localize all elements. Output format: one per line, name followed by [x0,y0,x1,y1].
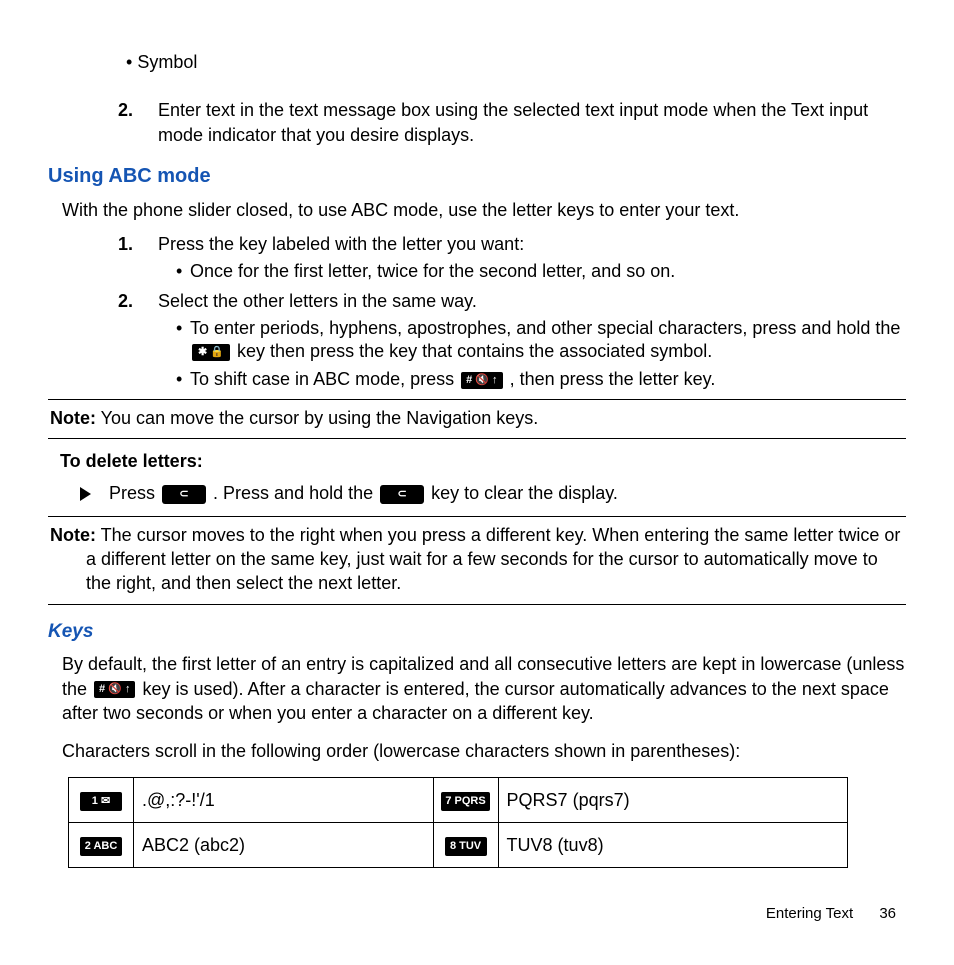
step-text: Press the key labeled with the letter yo… [158,234,524,254]
chars-cell: PQRS7 (pqrs7) [498,778,847,823]
text-part: key is used). After a character is enter… [62,679,889,723]
key-2-icon: 2 ABC [80,837,122,856]
chars-cell: .@,:?-!'/1 [134,778,434,823]
step-number: 2. [118,98,133,122]
text-part: To enter periods, hyphens, apostrophes, … [190,318,900,338]
note-label: Note: [50,525,96,545]
table-row: 1 ✉ .@,:?-!'/1 7 PQRS PQRS7 (pqrs7) [69,778,848,823]
step-text: Enter text in the text message box using… [158,100,868,144]
note-label: Note: [50,408,96,428]
text-part: To shift case in ABC mode, press [190,369,459,389]
step-text: Select the other letters in the same way… [158,291,477,311]
key-8-icon: 8 TUV [445,837,487,856]
key-cell: 1 ✉ [69,778,134,823]
keys-paragraph-1: By default, the first letter of an entry… [62,652,906,725]
keys-paragraph-2: Characters scroll in the following order… [62,739,906,763]
text-part: , then press the letter key. [510,369,716,389]
delete-letters-block: To delete letters: Press ⊂ . Press and h… [60,449,906,506]
text-part: . Press and hold the [213,483,378,503]
note-cursor-nav: Note: You can move the cursor by using t… [48,406,906,430]
bullet-symbol: Symbol [126,50,906,74]
keys-body: By default, the first letter of an entry… [62,652,906,763]
abc-step-2-sub: To enter periods, hyphens, apostrophes, … [158,317,906,391]
note-cursor-move: Note: The cursor moves to the right when… [84,523,906,596]
text-part: key then press the key that contains the… [237,341,712,361]
step-number: 2. [118,289,133,313]
delete-title: To delete letters: [60,449,906,473]
chars-cell: ABC2 (abc2) [134,823,434,868]
divider [48,399,906,400]
heading-keys: Keys [48,619,906,645]
top-bullets: Symbol [48,50,906,74]
note-text: You can move the cursor by using the Nav… [96,408,538,428]
text-part: Press [109,483,160,503]
note-text: The cursor moves to the right when you p… [86,525,900,594]
key-cell: 2 ABC [69,823,134,868]
text-part: key to clear the display. [431,483,618,503]
clear-key-icon: ⊂ [162,485,206,504]
key-1-icon: 1 ✉ [80,792,122,811]
clear-key-icon: ⊂ [380,485,424,504]
sub-item: Once for the first letter, twice for the… [176,260,906,283]
abc-step-1: 1. Press the key labeled with the letter… [118,232,906,283]
key-cell: 7 PQRS [433,778,498,823]
abc-steps: 1. Press the key labeled with the letter… [48,232,906,391]
table-row: 2 ABC ABC2 (abc2) 8 TUV TUV8 (tuv8) [69,823,848,868]
sub-item: To enter periods, hyphens, apostrophes, … [176,317,906,362]
triangle-bullet-icon [80,487,91,501]
abc-step-2: 2. Select the other letters in the same … [118,289,906,391]
heading-using-abc-mode: Using ABC mode [48,163,906,190]
star-lock-key-icon: ✱ 🔒 [192,344,230,361]
key-cell: 8 TUV [433,823,498,868]
page-footer: Entering Text 36 [48,904,906,924]
divider [48,438,906,439]
step-2: 2. Enter text in the text message box us… [118,98,906,147]
text-part: Press ⊂ . Press and hold the ⊂ key to cl… [109,481,618,505]
character-table: 1 ✉ .@,:?-!'/1 7 PQRS PQRS7 (pqrs7) 2 AB… [68,777,848,868]
hash-shift-key-icon: # 🔇 ↑ [461,372,502,389]
divider [48,604,906,605]
abc-intro: With the phone slider closed, to use ABC… [62,198,906,222]
hash-shift-key-icon: # 🔇 ↑ [94,681,135,698]
footer-section: Entering Text [766,905,853,922]
top-steps: 2. Enter text in the text message box us… [48,98,906,147]
delete-instruction: Press ⊂ . Press and hold the ⊂ key to cl… [80,481,906,505]
divider [48,516,906,517]
abc-step-1-sub: Once for the first letter, twice for the… [158,260,906,283]
sub-item: To shift case in ABC mode, press # 🔇 ↑ ,… [176,368,906,391]
page-number: 36 [879,905,896,922]
chars-cell: TUV8 (tuv8) [498,823,847,868]
step-number: 1. [118,232,133,256]
key-7-icon: 7 PQRS [441,792,489,811]
